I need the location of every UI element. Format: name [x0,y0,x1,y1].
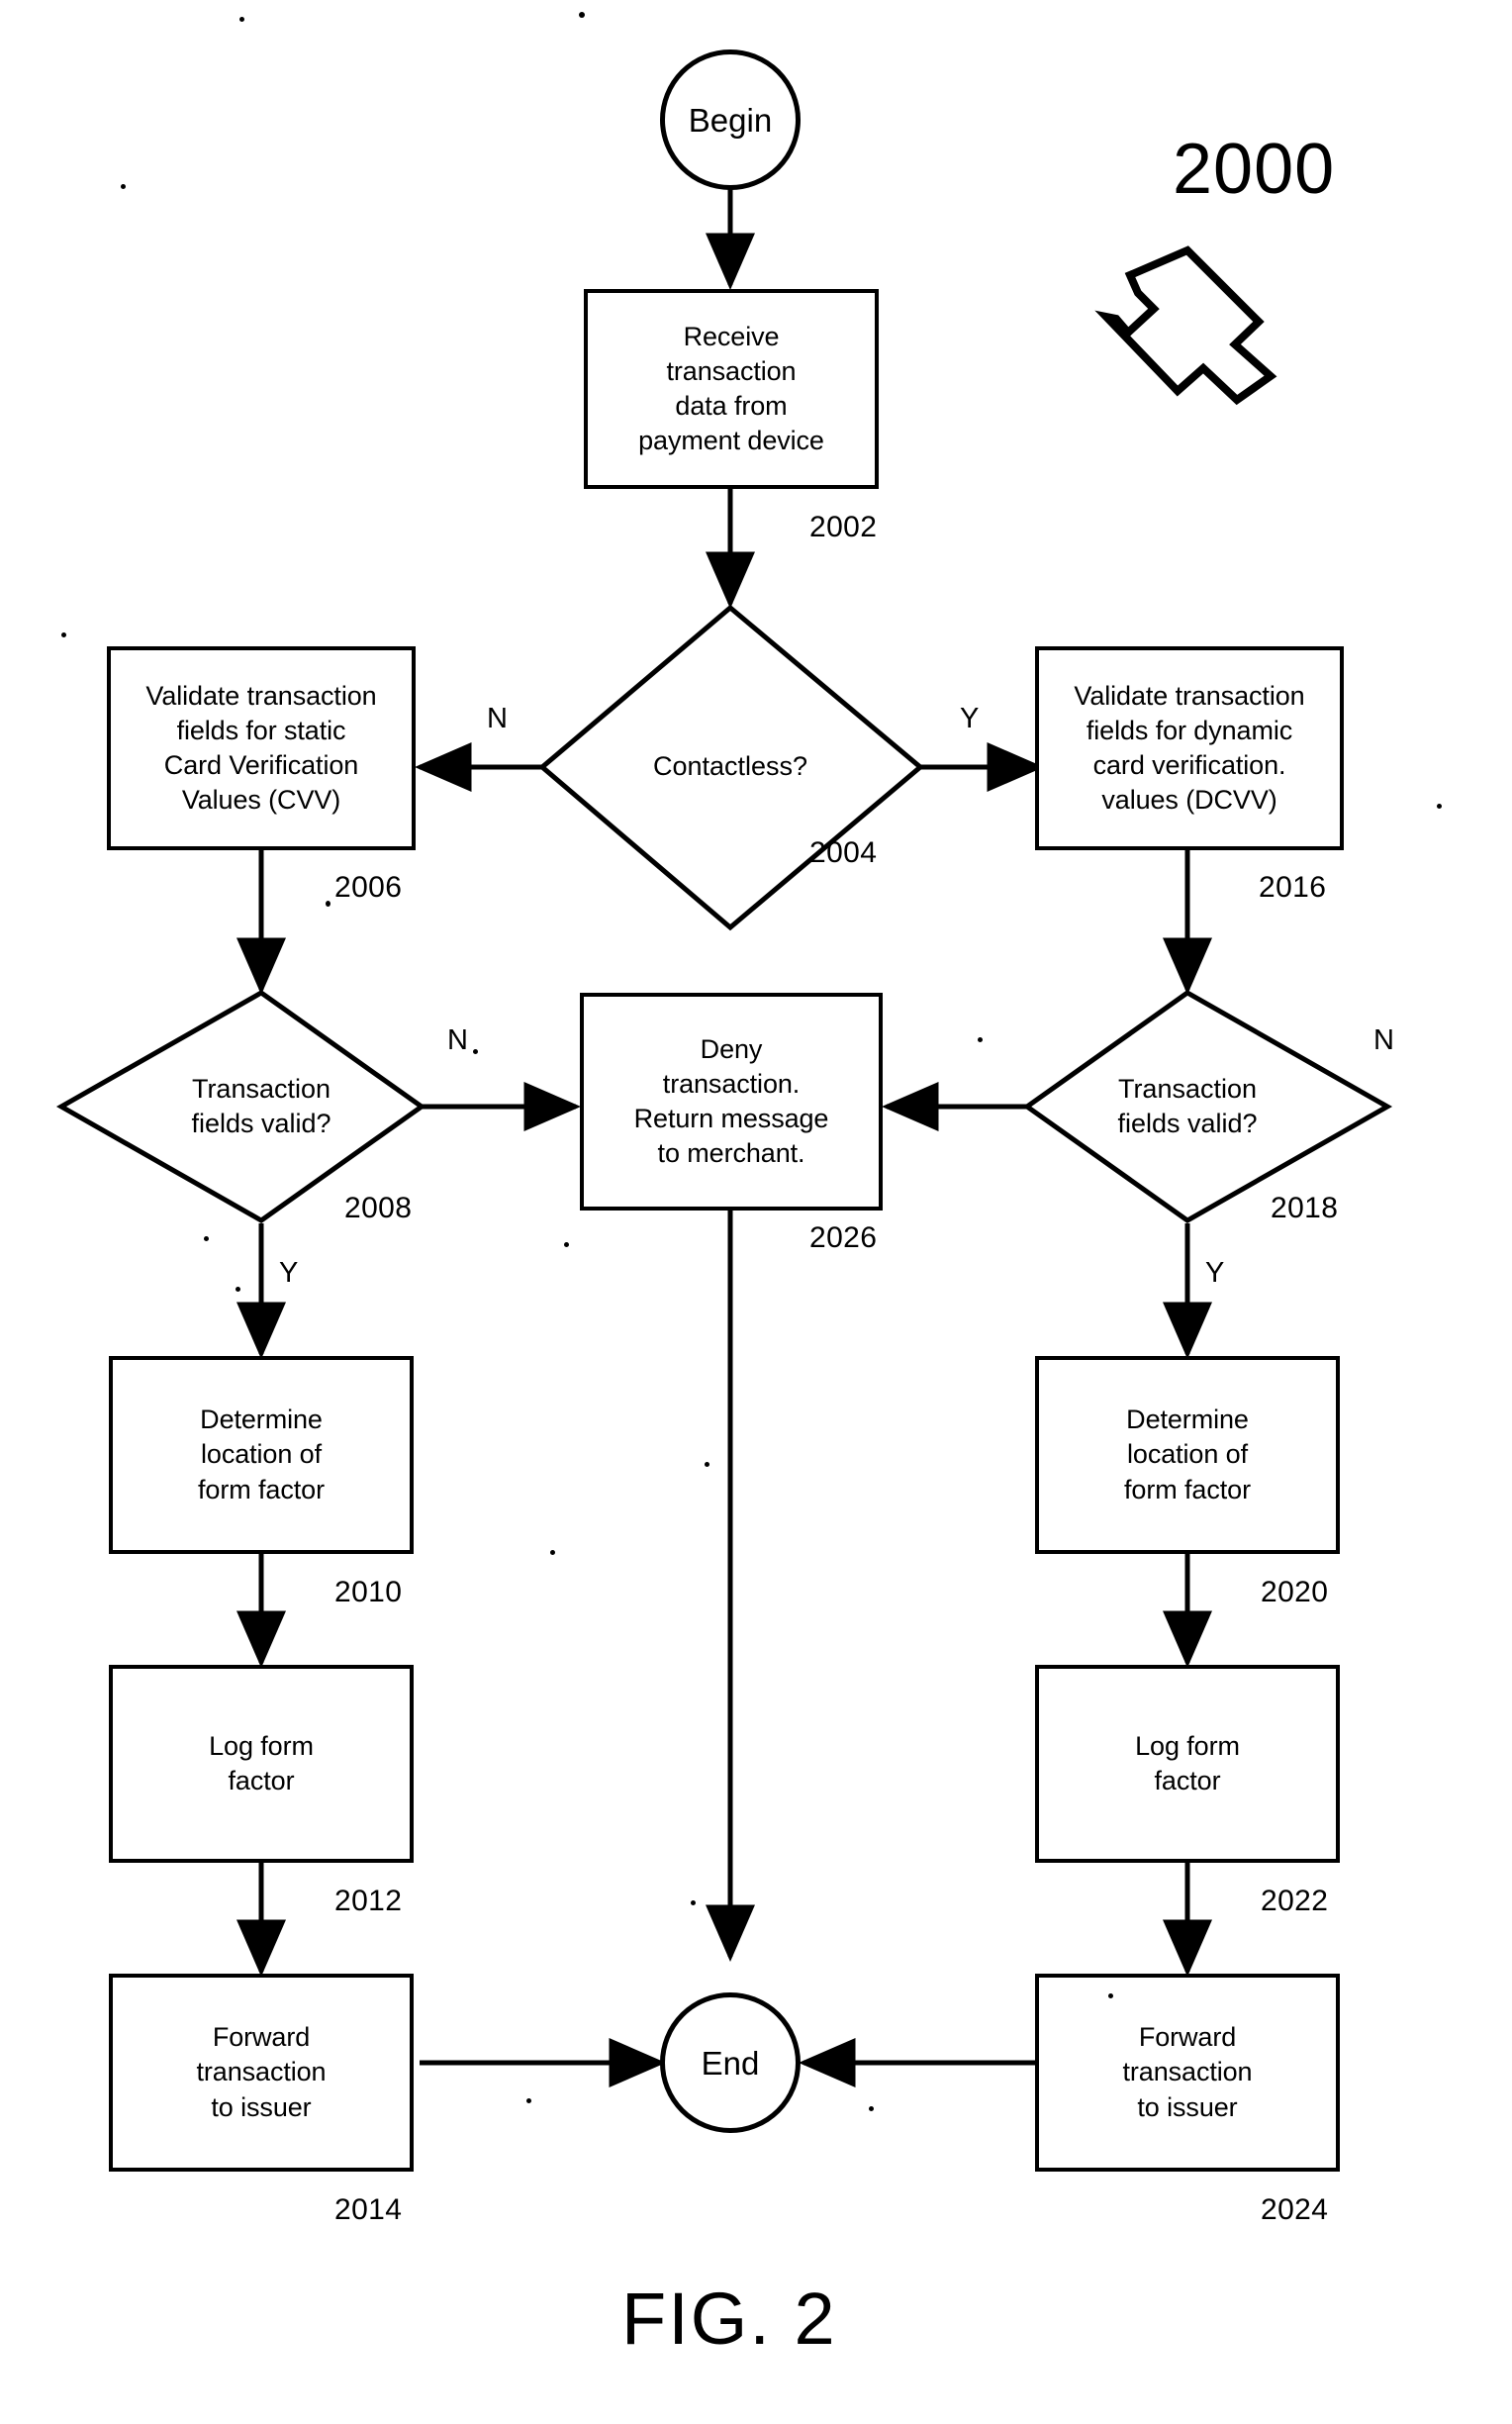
node-log-left-label: Log form factor [209,1730,314,1795]
ref-number-2020: 2020 [1261,1576,1329,1608]
node-end[interactable]: End [660,1992,801,2133]
branch-label-contactless-yes: Y [960,703,980,734]
ref-number-2016: 2016 [1259,871,1327,904]
decision-shape-right-valid [1022,990,1393,1223]
scan-speck [326,901,331,907]
decision-shape-contactless [538,604,924,931]
node-log-form-factor-left[interactable]: Log form factor [109,1665,414,1863]
scan-speck [204,1236,209,1241]
node-end-label: End [701,2044,760,2082]
scan-speck [121,184,126,189]
node-determine-location-left[interactable]: Determine location of form factor [109,1356,414,1554]
scan-speck [1108,1993,1113,1998]
figure-reference-number: 2000 [1173,130,1336,209]
ref-number-2002: 2002 [809,511,878,543]
decision-shape-left-valid [55,990,426,1223]
branch-label-left-valid-no: N [447,1024,468,1056]
branch-label-left-valid-yes: Y [279,1257,299,1289]
node-forward-right-label: Forward transaction to issuer [1122,2022,1253,2122]
scan-speck [236,1287,240,1292]
ref-number-2018: 2018 [1271,1192,1339,1224]
ref-number-2008: 2008 [344,1192,413,1224]
node-validate-dynamic-dcvv[interactable]: Validate transaction fields for dynamic … [1035,646,1344,850]
node-log-right-label: Log form factor [1135,1730,1240,1795]
node-log-form-factor-right[interactable]: Log form factor [1035,1665,1340,1863]
ref-number-2014: 2014 [334,2193,403,2226]
hollow-arrow-icon [1094,245,1277,406]
ref-number-2024: 2024 [1261,2193,1329,2226]
node-receive-label: Receive transaction data from payment de… [638,321,824,456]
node-forward-transaction-right[interactable]: Forward transaction to issuer [1035,1974,1340,2172]
ref-number-2026: 2026 [809,1221,878,1254]
ref-number-2012: 2012 [334,1885,403,1917]
node-validate-static-cvv[interactable]: Validate transaction fields for static C… [107,646,416,850]
node-forward-transaction-left[interactable]: Forward transaction to issuer [109,1974,414,2172]
scan-speck [869,2106,874,2111]
node-begin-label: Begin [688,101,773,139]
branch-label-contactless-no: N [487,703,508,734]
scan-speck [1437,804,1442,809]
node-determine-right-label: Determine location of form factor [1124,1405,1251,1504]
scan-speck [473,1049,478,1054]
scan-speck [239,17,244,22]
node-determine-left-label: Determine location of form factor [198,1405,325,1504]
ref-number-2006: 2006 [334,871,403,904]
scan-speck [978,1037,983,1042]
node-begin[interactable]: Begin [660,49,801,190]
scan-speck [579,12,585,18]
scan-speck [526,2098,531,2103]
ref-number-2010: 2010 [334,1576,403,1608]
branch-label-right-valid-no: N [1373,1024,1394,1056]
scan-speck [550,1550,555,1555]
node-deny-label: Deny transaction. Return message to merc… [633,1033,829,1169]
ref-number-2022: 2022 [1261,1885,1329,1917]
scan-speck [564,1242,569,1247]
scan-speck [691,1900,696,1905]
node-validate-dynamic-label: Validate transaction fields for dynamic … [1074,680,1305,816]
scan-speck [61,632,66,637]
node-receive-transaction-data[interactable]: Receive transaction data from payment de… [584,289,879,489]
ref-number-2004: 2004 [809,836,878,869]
figure-caption: FIG. 2 [621,2278,837,2360]
node-forward-left-label: Forward transaction to issuer [196,2022,327,2122]
branch-label-right-valid-yes: Y [1205,1257,1225,1289]
node-validate-static-label: Validate transaction fields for static C… [145,680,377,816]
scan-speck [705,1462,709,1467]
node-deny-transaction[interactable]: Deny transaction. Return message to merc… [580,993,883,1211]
node-determine-location-right[interactable]: Determine location of form factor [1035,1356,1340,1554]
patent-figure-page: Begin Receive transaction data from paym… [0,0,1512,2424]
